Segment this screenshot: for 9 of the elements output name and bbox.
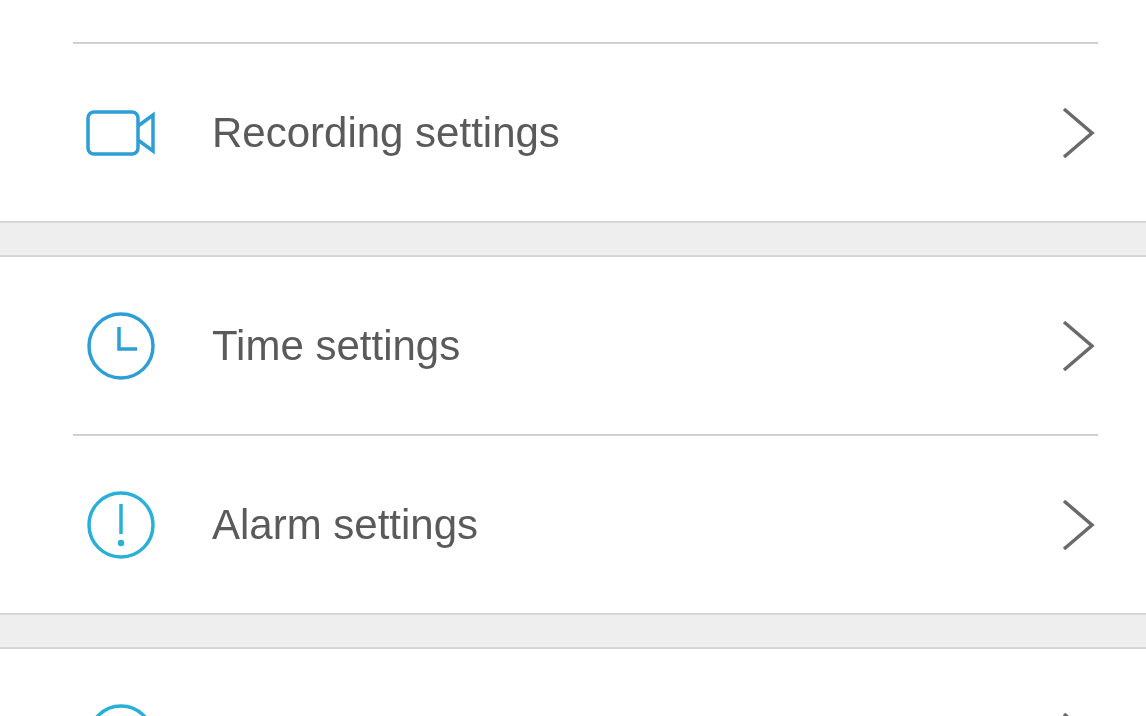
video-camera-icon	[86, 108, 156, 157]
row-label: Alarm settings	[212, 500, 480, 549]
chevron-right-icon	[1060, 497, 1096, 552]
chevron-right-icon	[1060, 318, 1096, 373]
chevron-right-icon	[1060, 105, 1096, 160]
alert-icon	[86, 489, 156, 560]
clock-icon	[86, 310, 156, 381]
row-label: Recording settings	[212, 108, 561, 157]
row-label: Time settings	[212, 321, 462, 370]
